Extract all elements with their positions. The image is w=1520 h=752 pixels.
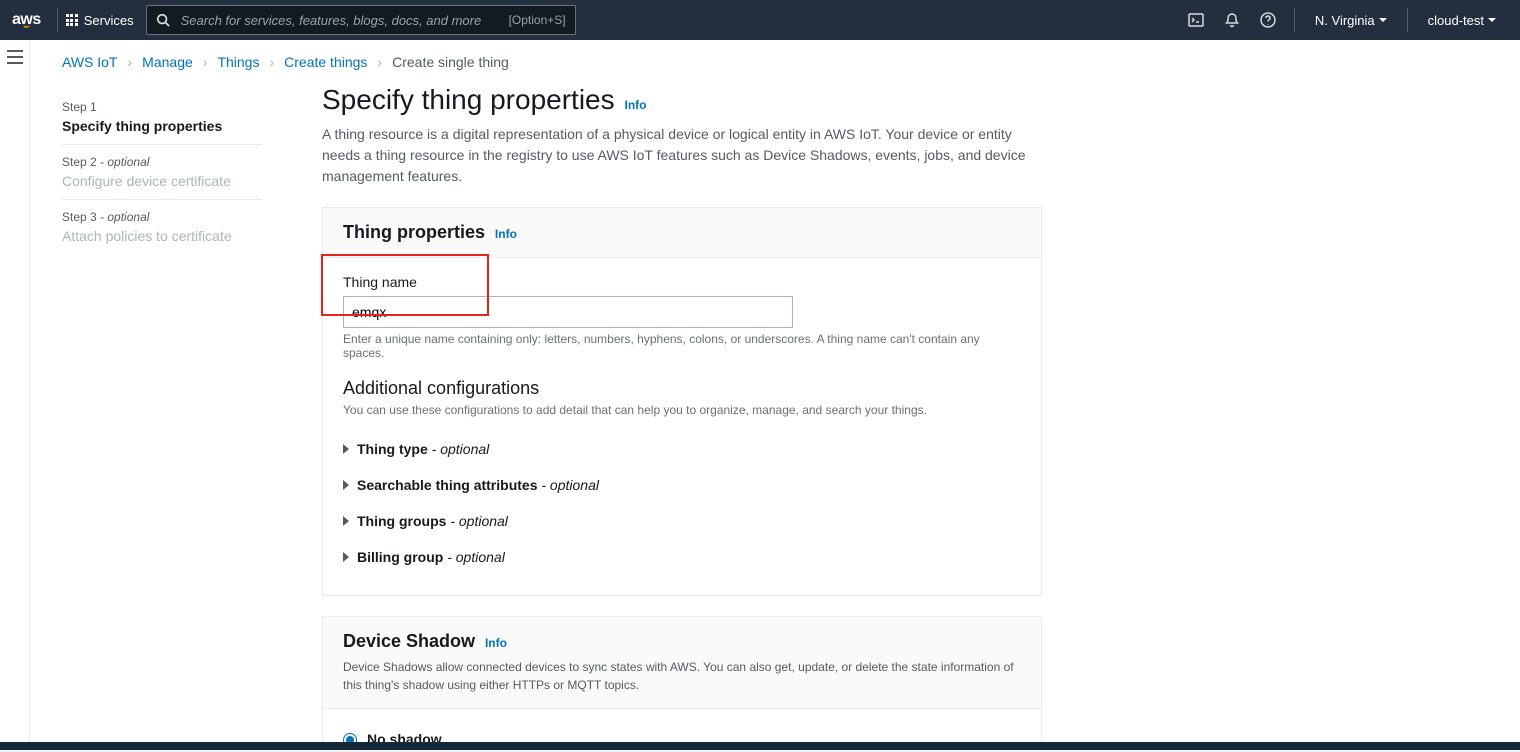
radio-icon bbox=[343, 733, 357, 742]
triangle-right-icon bbox=[343, 552, 349, 562]
cloudshell-icon[interactable] bbox=[1178, 0, 1214, 40]
panel-title: Device Shadow bbox=[343, 631, 475, 651]
grid-icon bbox=[66, 14, 78, 26]
device-shadow-panel: Device Shadow Info Device Shadows allow … bbox=[322, 616, 1042, 742]
services-menu[interactable]: Services bbox=[66, 13, 134, 28]
thing-name-input[interactable] bbox=[343, 296, 793, 328]
expand-label: Searchable thing attributes - optional bbox=[357, 477, 599, 493]
triangle-right-icon bbox=[343, 444, 349, 454]
breadcrumb-link[interactable]: Manage bbox=[142, 54, 193, 70]
thing-name-label: Thing name bbox=[343, 274, 1021, 290]
wizard-step-title: Configure device certificate bbox=[62, 173, 262, 189]
wizard-step-label: Step 1 bbox=[62, 100, 262, 114]
search-icon bbox=[156, 13, 170, 27]
account-selector[interactable]: cloud-test bbox=[1416, 0, 1508, 40]
hamburger-icon[interactable] bbox=[7, 50, 23, 742]
region-selector[interactable]: N. Virginia bbox=[1303, 0, 1399, 40]
expand-thing-groups[interactable]: Thing groups - optional bbox=[343, 503, 1021, 539]
panel-title: Thing properties bbox=[343, 222, 485, 242]
panel-header: Thing properties Info bbox=[323, 208, 1041, 258]
account-label: cloud-test bbox=[1428, 13, 1484, 28]
expand-label: Thing type - optional bbox=[357, 441, 489, 457]
wizard-step-label: Step 2 - optional bbox=[62, 155, 262, 169]
caret-down-icon bbox=[1379, 18, 1387, 22]
wizard-step-title: Attach policies to certificate bbox=[62, 228, 262, 244]
chevron-right-icon: › bbox=[377, 54, 382, 70]
expand-label: Thing groups - optional bbox=[357, 513, 508, 529]
breadcrumb-current: Create single thing bbox=[392, 54, 509, 70]
breadcrumb-link[interactable]: AWS IoT bbox=[62, 54, 118, 70]
thing-name-helper: Enter a unique name containing only: let… bbox=[343, 332, 1021, 360]
info-link[interactable]: Info bbox=[485, 636, 507, 650]
info-link[interactable]: Info bbox=[495, 227, 517, 241]
expand-thing-type[interactable]: Thing type - optional bbox=[343, 431, 1021, 467]
nav-right: N. Virginia cloud-test bbox=[1178, 0, 1508, 40]
aws-logo[interactable]: aws ⌣ bbox=[12, 11, 41, 29]
breadcrumb-link[interactable]: Create things bbox=[284, 54, 367, 70]
panel-header: Device Shadow Info Device Shadows allow … bbox=[323, 617, 1041, 709]
help-icon[interactable] bbox=[1250, 0, 1286, 40]
triangle-right-icon bbox=[343, 480, 349, 490]
expand-searchable-attrs[interactable]: Searchable thing attributes - optional bbox=[343, 467, 1021, 503]
page-description: A thing resource is a digital representa… bbox=[322, 124, 1042, 187]
radio-label: No shadow bbox=[367, 731, 442, 742]
top-nav: aws ⌣ Services [Option+S] N. Virginia bbox=[0, 0, 1520, 40]
nav-separator bbox=[1407, 8, 1408, 32]
nav-separator bbox=[1294, 8, 1295, 32]
caret-down-icon bbox=[1488, 18, 1496, 22]
region-label: N. Virginia bbox=[1315, 13, 1375, 28]
expand-billing-group[interactable]: Billing group - optional bbox=[343, 539, 1021, 575]
chevron-right-icon: › bbox=[203, 54, 208, 70]
wizard-step[interactable]: Step 1 Specify thing properties bbox=[62, 90, 262, 145]
form-area: Specify thing properties Info A thing re… bbox=[322, 78, 1042, 742]
services-label: Services bbox=[84, 13, 134, 28]
wizard-nav: Step 1 Specify thing properties Step 2 -… bbox=[62, 78, 262, 742]
chevron-right-icon: › bbox=[269, 54, 274, 70]
wizard-step-title: Specify thing properties bbox=[62, 118, 262, 134]
radio-no-shadow[interactable]: No shadow bbox=[343, 725, 1021, 742]
triangle-right-icon bbox=[343, 516, 349, 526]
breadcrumb: AWS IoT › Manage › Things › Create thing… bbox=[30, 40, 1520, 78]
expand-label: Billing group - optional bbox=[357, 549, 505, 565]
search-shortcut: [Option+S] bbox=[509, 13, 566, 27]
nav-separator bbox=[57, 8, 58, 32]
chevron-right-icon: › bbox=[128, 54, 133, 70]
wizard-step-label: Step 3 - optional bbox=[62, 210, 262, 224]
info-link[interactable]: Info bbox=[625, 98, 647, 112]
search-wrap: [Option+S] bbox=[146, 5, 576, 35]
wizard-step[interactable]: Step 3 - optional Attach policies to cer… bbox=[62, 200, 262, 254]
additional-config-desc: You can use these configurations to add … bbox=[343, 403, 1021, 417]
thing-properties-panel: Thing properties Info Thing name Enter a… bbox=[322, 207, 1042, 596]
side-rail bbox=[0, 40, 30, 742]
notifications-icon[interactable] bbox=[1214, 0, 1250, 40]
additional-config-title: Additional configurations bbox=[343, 378, 1021, 399]
footer-bar bbox=[0, 742, 1520, 750]
wizard-step[interactable]: Step 2 - optional Configure device certi… bbox=[62, 145, 262, 200]
page-title: Specify thing properties bbox=[322, 84, 615, 115]
breadcrumb-link[interactable]: Things bbox=[217, 54, 259, 70]
panel-subtitle: Device Shadows allow connected devices t… bbox=[343, 658, 1021, 694]
